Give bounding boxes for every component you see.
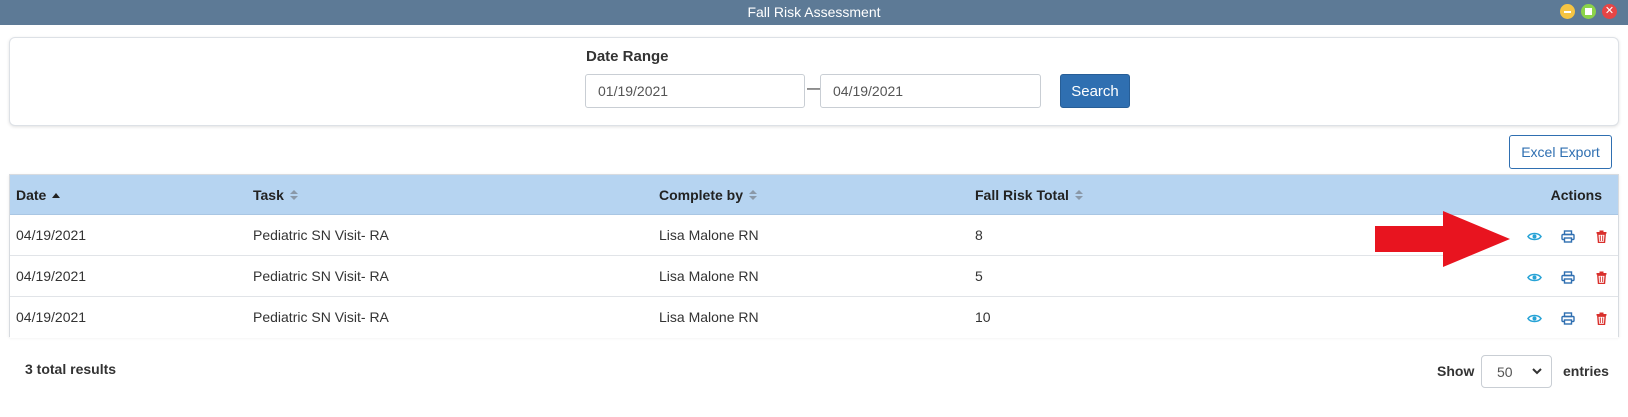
sort-icon	[749, 190, 758, 200]
entries-per-page-select[interactable]: 50	[1481, 355, 1552, 388]
date-to-input[interactable]	[820, 74, 1041, 108]
date-from-input[interactable]	[585, 74, 805, 108]
delete-button[interactable]	[1593, 269, 1609, 285]
view-button[interactable]	[1526, 310, 1542, 326]
cell-fall-risk-total: 10	[975, 309, 991, 325]
print-button[interactable]	[1560, 310, 1576, 326]
sort-icon	[1074, 190, 1083, 200]
cell-fall-risk-total: 8	[975, 227, 983, 243]
column-header-complete-by[interactable]: Complete by	[659, 175, 758, 215]
annotation-arrow-icon	[1375, 211, 1510, 267]
column-header-task[interactable]: Task	[253, 175, 298, 215]
window-title: Fall Risk Assessment	[747, 4, 881, 20]
cell-date: 04/19/2021	[16, 227, 87, 243]
entries-label: entries	[1563, 363, 1609, 379]
sort-icon	[289, 190, 298, 200]
cell-complete-by: Lisa Malone RN	[659, 227, 759, 243]
cell-fall-risk-total: 5	[975, 268, 983, 284]
column-header-label: Complete by	[659, 187, 744, 203]
print-icon	[1561, 311, 1575, 325]
minimize-button[interactable]	[1560, 4, 1575, 19]
delete-button[interactable]	[1593, 310, 1609, 326]
eye-icon	[1526, 232, 1542, 240]
table-row: 04/19/2021 Pediatric SN Visit- RA Lisa M…	[10, 297, 1618, 338]
maximize-icon	[1585, 8, 1592, 15]
table-header: Date Task Complete by Fall Risk Total Ac…	[10, 175, 1618, 215]
print-icon	[1561, 229, 1575, 243]
cell-complete-by: Lisa Malone RN	[659, 268, 759, 284]
trash-icon	[1596, 271, 1606, 284]
close-button[interactable]: ✕	[1602, 4, 1617, 19]
cell-date: 04/19/2021	[16, 268, 87, 284]
show-label: Show	[1437, 363, 1475, 379]
eye-icon	[1526, 273, 1542, 281]
column-header-label: Fall Risk Total	[975, 187, 1069, 203]
trash-icon	[1596, 230, 1606, 243]
entries-select-value: 50	[1497, 363, 1513, 380]
minimize-icon	[1564, 10, 1571, 13]
search-button[interactable]: Search	[1060, 74, 1130, 108]
print-button[interactable]	[1560, 228, 1576, 244]
window-titlebar: Fall Risk Assessment ✕	[0, 0, 1628, 25]
cell-task: Pediatric SN Visit- RA	[253, 227, 389, 243]
eye-icon	[1526, 314, 1542, 322]
column-header-fall-risk-total[interactable]: Fall Risk Total	[975, 175, 1083, 215]
close-icon: ✕	[1604, 5, 1615, 17]
window-controls: ✕	[1560, 4, 1617, 19]
trash-icon	[1596, 312, 1606, 325]
view-button[interactable]	[1526, 269, 1542, 285]
view-button[interactable]	[1526, 228, 1542, 244]
delete-button[interactable]	[1593, 228, 1609, 244]
cell-task: Pediatric SN Visit- RA	[253, 309, 389, 325]
cell-task: Pediatric SN Visit- RA	[253, 268, 389, 284]
print-button[interactable]	[1560, 269, 1576, 285]
column-header-label: Date	[16, 187, 47, 203]
maximize-button[interactable]	[1581, 4, 1596, 19]
total-results: 3 total results	[25, 361, 117, 377]
date-range-label: Date Range	[586, 48, 669, 65]
print-icon	[1561, 270, 1575, 284]
column-header-actions: Actions	[1551, 175, 1602, 215]
cell-complete-by: Lisa Malone RN	[659, 309, 759, 325]
cell-date: 04/19/2021	[16, 309, 87, 325]
chevron-down-icon	[1532, 368, 1542, 375]
column-header-label: Actions	[1550, 187, 1602, 203]
column-header-date[interactable]: Date	[16, 175, 61, 215]
excel-export-button[interactable]: Excel Export	[1509, 135, 1612, 169]
column-header-label: Task	[253, 187, 284, 203]
sort-ascending-icon	[52, 192, 61, 198]
